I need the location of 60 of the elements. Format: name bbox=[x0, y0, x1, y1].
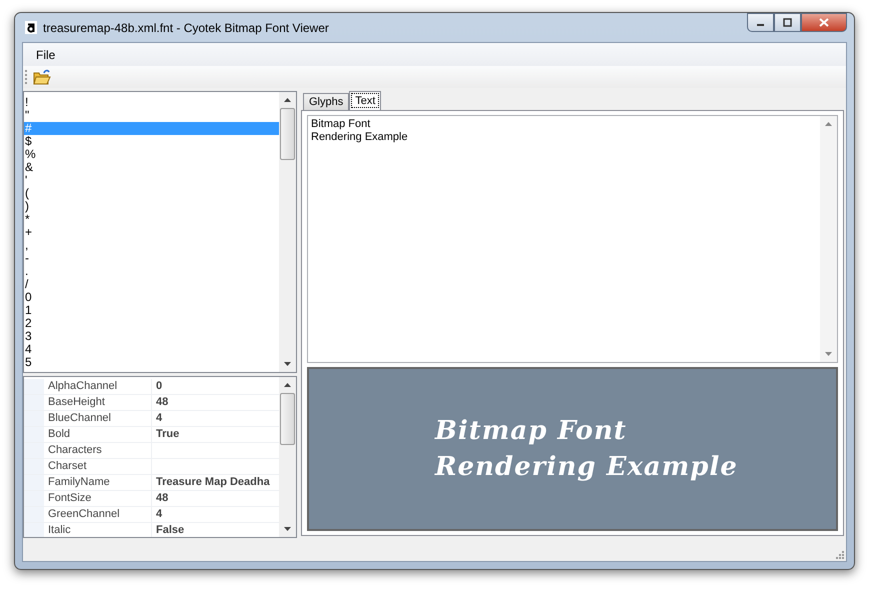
property-name: Charset bbox=[24, 459, 152, 474]
property-name: Characters bbox=[24, 443, 152, 458]
property-value[interactable]: False bbox=[152, 523, 279, 537]
scroll-down-icon[interactable] bbox=[284, 362, 291, 366]
property-name: AlphaChannel bbox=[24, 379, 152, 394]
app-icon bbox=[25, 21, 37, 34]
scroll-thumb[interactable] bbox=[280, 108, 295, 160]
glyph-list-item[interactable]: 4 bbox=[24, 343, 279, 356]
minimize-button[interactable] bbox=[747, 13, 774, 32]
glyph-list-item[interactable]: 0 bbox=[24, 291, 279, 304]
glyph-list-item[interactable]: 3 bbox=[24, 330, 279, 343]
property-value[interactable]: 0 bbox=[152, 379, 279, 394]
glyph-list-item[interactable]: 2 bbox=[24, 317, 279, 330]
scrollbar[interactable] bbox=[279, 377, 296, 537]
property-name: FamilyName bbox=[24, 475, 152, 490]
open-folder-icon[interactable] bbox=[33, 69, 51, 85]
glyph-list-item[interactable]: * bbox=[24, 213, 279, 226]
property-name: Italic bbox=[24, 523, 152, 537]
scrollbar[interactable] bbox=[279, 92, 296, 372]
property-value[interactable]: 4 bbox=[152, 411, 279, 426]
preview-text: Rendering Example bbox=[435, 451, 738, 484]
glyph-list-item[interactable]: - bbox=[24, 252, 279, 265]
maximize-button[interactable] bbox=[774, 13, 801, 32]
glyph-list-item[interactable]: 1 bbox=[24, 304, 279, 317]
glyph-list-item[interactable]: + bbox=[24, 226, 279, 239]
glyph-list-item[interactable]: " bbox=[24, 109, 279, 122]
maximize-icon bbox=[783, 18, 792, 27]
glyph-list-item[interactable]: / bbox=[24, 278, 279, 291]
scroll-down-icon[interactable] bbox=[284, 527, 291, 531]
window-title: treasuremap-48b.xml.fnt - Cyotek Bitmap Font Viewer bbox=[43, 20, 330, 34]
glyph-list-item[interactable]: , bbox=[24, 239, 279, 252]
property-value[interactable]: Treasure Map Deadha bbox=[152, 475, 279, 490]
tab[interactable]: Text bbox=[349, 91, 382, 110]
scroll-thumb[interactable] bbox=[280, 393, 295, 445]
glyph-list-item[interactable]: 5 bbox=[24, 356, 279, 369]
glyph-list-item[interactable]: ( bbox=[24, 187, 279, 200]
property-name: Bold bbox=[24, 427, 152, 442]
property-value[interactable]: 48 bbox=[152, 491, 279, 506]
close-button[interactable] bbox=[801, 13, 847, 32]
property-value[interactable]: True bbox=[152, 427, 279, 442]
close-icon bbox=[819, 18, 829, 27]
property-name: BlueChannel bbox=[24, 411, 152, 426]
preview-text: Bitmap Font bbox=[435, 415, 628, 448]
menu-item[interactable]: File bbox=[29, 48, 62, 62]
property-value[interactable]: 48 bbox=[152, 395, 279, 410]
glyph-list-item[interactable]: & bbox=[24, 161, 279, 174]
property-value[interactable]: 4 bbox=[152, 507, 279, 522]
glyph-list-item[interactable]: $ bbox=[24, 135, 279, 148]
glyph-list-item[interactable]: ' bbox=[24, 174, 279, 187]
property-name: GreenChannel bbox=[24, 507, 152, 522]
resize-grip-icon[interactable] bbox=[835, 550, 844, 559]
property-name: FontSize bbox=[24, 491, 152, 506]
scroll-up-icon[interactable] bbox=[284, 383, 291, 387]
glyph-list-item[interactable]: ) bbox=[24, 200, 279, 213]
glyph-list-item[interactable]: ! bbox=[24, 96, 279, 109]
property-name: BaseHeight bbox=[24, 395, 152, 410]
glyph-list-item[interactable]: % bbox=[24, 148, 279, 161]
scroll-up-icon[interactable] bbox=[284, 98, 291, 102]
tab[interactable]: Glyphs bbox=[303, 93, 350, 110]
glyph-list-item[interactable]: . bbox=[24, 265, 279, 278]
